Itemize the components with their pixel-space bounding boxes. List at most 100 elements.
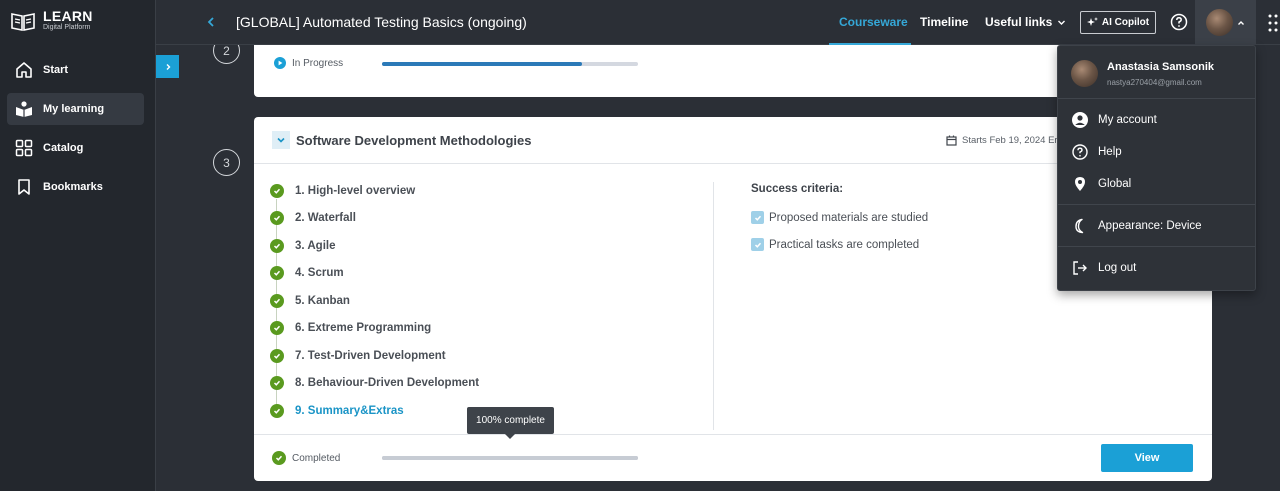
criteria-item: Practical tasks are completed	[751, 238, 919, 251]
logout-icon	[1073, 261, 1087, 275]
lesson-item[interactable]: 8. Behaviour-Driven Development	[270, 376, 479, 390]
lesson-title: 3. Agile	[295, 240, 336, 252]
check-circle-icon	[270, 239, 284, 253]
menu-item-label: Global	[1098, 178, 1132, 190]
check-circle-icon	[270, 321, 284, 335]
check-circle-icon	[270, 349, 284, 363]
criteria-label: Practical tasks are completed	[769, 238, 920, 251]
menu-item-my-account[interactable]: My account	[1058, 107, 1255, 133]
useful-links-label: Useful links	[985, 15, 1053, 29]
help-icon	[1072, 144, 1088, 160]
menu-item-global[interactable]: Global	[1058, 171, 1255, 197]
chevron-left-icon[interactable]	[203, 13, 219, 31]
user-email: nastya270404@gmail.com	[1107, 78, 1202, 87]
status-label: In Progress	[292, 57, 344, 69]
criteria-item: Proposed materials are studied	[751, 211, 928, 224]
menu-item-label: Help	[1098, 146, 1122, 158]
lesson-item[interactable]: 7. Test-Driven Development	[270, 349, 446, 363]
menu-item-label: My account	[1098, 114, 1157, 126]
section-start-date: Starts Feb 19, 2024 Er	[946, 135, 1058, 146]
moon-icon	[1075, 218, 1084, 234]
check-circle-icon	[270, 294, 284, 308]
check-circle-icon	[272, 451, 286, 465]
lesson-title: 1. High-level overview	[295, 185, 416, 197]
progress-fill	[382, 456, 638, 460]
sidebar-item-label: Catalog	[43, 142, 84, 154]
check-circle-icon	[270, 404, 284, 418]
sidebar-item-label: My learning	[43, 103, 105, 115]
progress-bar	[382, 62, 638, 66]
apps-menu-icon[interactable]	[1268, 13, 1278, 33]
lesson-item[interactable]: 6. Extreme Programming	[270, 321, 431, 335]
section-title: Software Development Methodologies	[296, 133, 532, 148]
column-divider	[713, 182, 714, 430]
sparkle-icon	[1086, 17, 1098, 26]
user-menu-toggle[interactable]	[1195, 0, 1256, 45]
brand-logo[interactable]: LEARN Digital Platform	[11, 9, 93, 32]
brand-subtitle: Digital Platform	[43, 24, 91, 31]
start-date-label: Starts Feb 19, 2024 Er	[962, 135, 1058, 146]
check-circle-icon	[270, 211, 284, 225]
menu-item-help[interactable]: Help	[1058, 139, 1255, 165]
brand-title: LEARN	[43, 8, 93, 24]
sidebar-item-start[interactable]: Start	[7, 54, 144, 86]
progress-fill	[382, 62, 582, 66]
lesson-item[interactable]: 1. High-level overview	[270, 184, 415, 198]
location-pin-icon	[1075, 177, 1085, 191]
lesson-item[interactable]: 2. Waterfall	[270, 211, 356, 225]
user-name: Anastasia Samsonik	[1107, 61, 1214, 73]
chevron-right-icon	[166, 63, 170, 70]
lesson-item-current[interactable]: 9. Summary&Extras	[270, 404, 404, 418]
lesson-title: 8. Behaviour-Driven Development	[295, 377, 480, 389]
help-circle-icon[interactable]	[1170, 13, 1188, 31]
learning-icon	[16, 101, 32, 117]
menu-item-log-out[interactable]: Log out	[1058, 255, 1255, 281]
ai-copilot-button[interactable]: AI Copilot	[1080, 11, 1156, 34]
checkbox-checked-icon	[751, 211, 764, 224]
criteria-label: Proposed materials are studied	[769, 211, 929, 224]
user-info: Anastasia Samsonik nastya270404@gmail.co…	[1058, 46, 1255, 99]
step-number: 3	[213, 149, 240, 176]
home-icon	[16, 62, 32, 78]
tab-timeline[interactable]: Timeline	[920, 15, 968, 29]
menu-item-label: Log out	[1098, 262, 1137, 274]
sidebar-item-bookmarks[interactable]: Bookmarks	[7, 171, 144, 203]
check-circle-icon	[270, 266, 284, 280]
step-number: 2	[213, 45, 240, 64]
book-logo-icon	[11, 12, 35, 31]
progress-bar[interactable]	[382, 456, 638, 460]
bookmark-icon	[18, 179, 30, 195]
sidebar-item-my-learning[interactable]: My learning	[7, 93, 144, 125]
avatar	[1206, 9, 1233, 36]
check-circle-icon	[270, 184, 284, 198]
top-bar: [GLOBAL] Automated Testing Basics (ongoi…	[156, 0, 1280, 45]
expand-sidebar-button[interactable]	[156, 55, 179, 78]
chevron-down-icon	[1058, 20, 1066, 25]
sidebar: LEARN Digital Platform Start My learning…	[0, 0, 156, 491]
sidebar-item-label: Bookmarks	[43, 181, 103, 193]
progress-tooltip: 100% complete	[467, 407, 554, 439]
menu-separator	[1058, 204, 1255, 205]
avatar	[1071, 60, 1098, 87]
lesson-item[interactable]: 5. Kanban	[270, 294, 350, 308]
menu-item-appearance[interactable]: Appearance: Device	[1058, 213, 1255, 239]
section-footer: Completed View	[254, 434, 1212, 481]
tab-courseware[interactable]: Courseware	[839, 15, 908, 29]
view-button[interactable]: View	[1101, 444, 1193, 472]
lesson-title: 9. Summary&Extras	[295, 405, 404, 417]
lesson-title: 5. Kanban	[295, 295, 350, 307]
chevron-down-icon	[277, 137, 285, 143]
status-label: Completed	[292, 452, 341, 464]
sidebar-item-catalog[interactable]: Catalog	[7, 132, 144, 164]
tab-useful-links[interactable]: Useful links	[985, 15, 1066, 29]
ai-copilot-label: AI Copilot	[1101, 17, 1150, 28]
catalog-icon	[15, 139, 33, 157]
calendar-icon	[946, 135, 957, 146]
collapse-section-button[interactable]	[272, 131, 290, 149]
account-icon	[1072, 112, 1088, 128]
lesson-item[interactable]: 4. Scrum	[270, 266, 344, 280]
sidebar-item-label: Start	[43, 64, 69, 76]
lesson-title: 4. Scrum	[295, 267, 344, 279]
play-circle-icon	[274, 57, 286, 69]
lesson-item[interactable]: 3. Agile	[270, 239, 335, 253]
